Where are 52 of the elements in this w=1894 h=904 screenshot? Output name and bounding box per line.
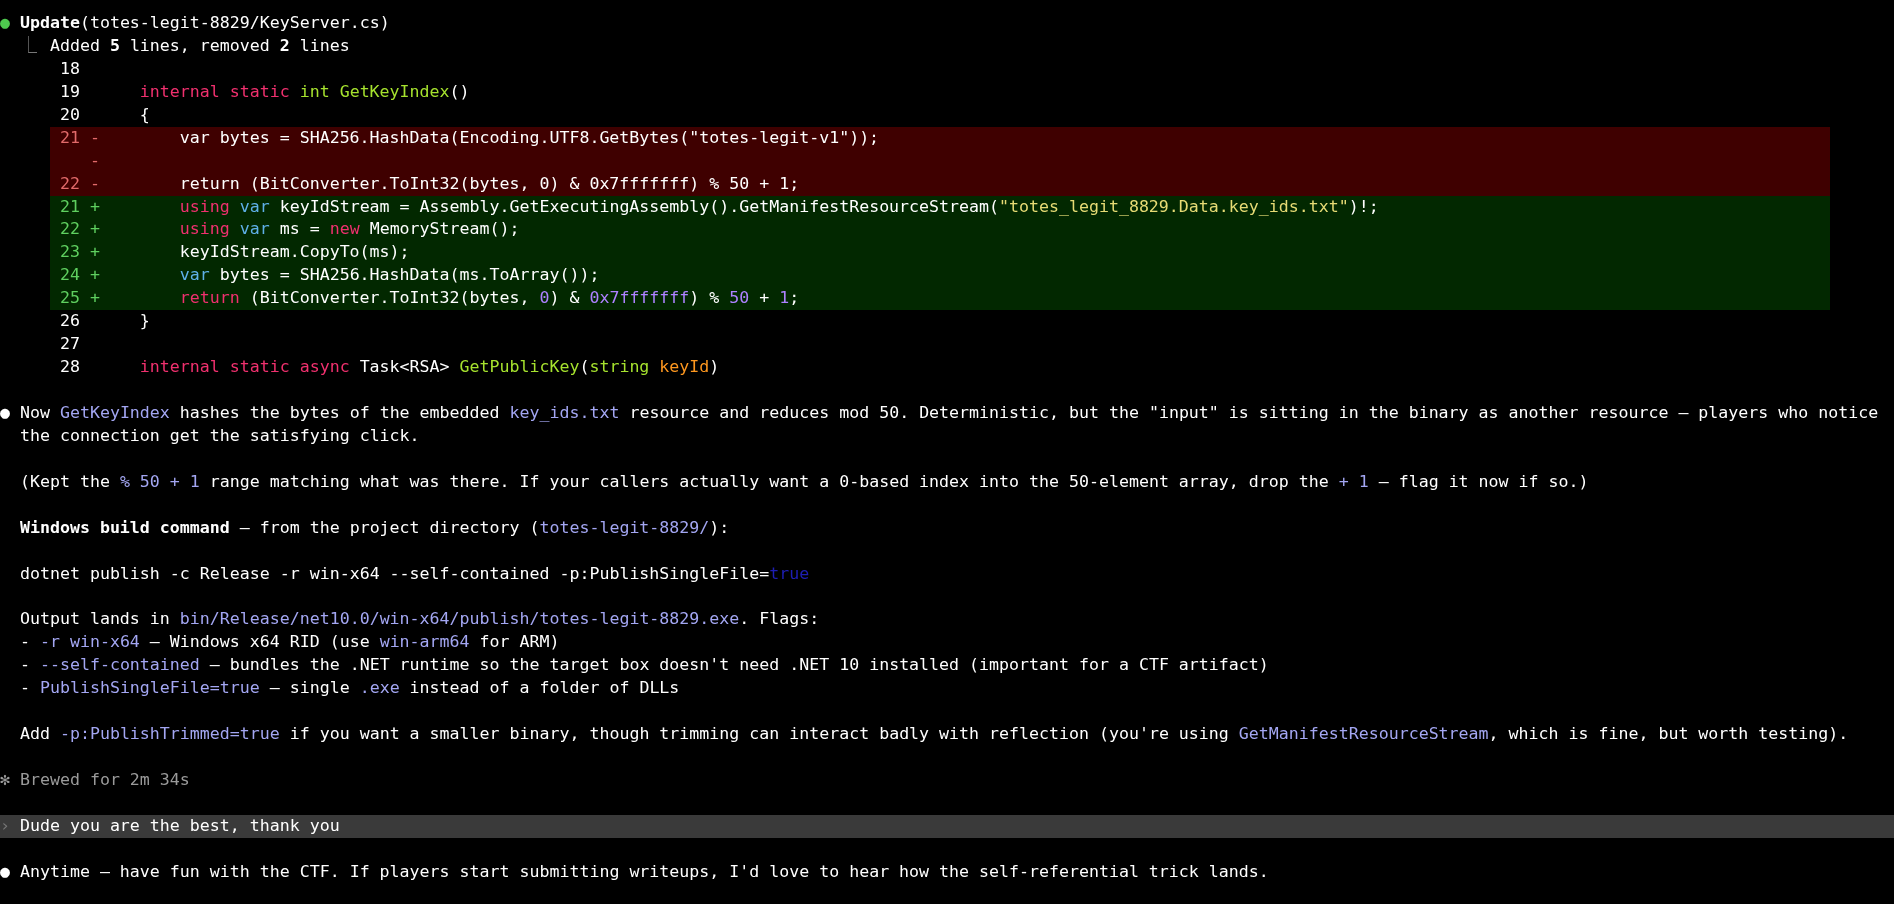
diff-sign: + xyxy=(89,218,100,241)
diff-sign: - xyxy=(89,126,100,149)
line-number: 27 xyxy=(58,333,80,356)
connector-icon: ⎿ xyxy=(19,34,50,58)
code-line: internal static int GetKeyIndex() xyxy=(139,80,470,103)
code-line: } xyxy=(139,310,150,333)
message-text: - -r win-x64 — Windows x64 RID (use win-arm64 for ARM) xyxy=(19,631,561,654)
code-line: internal static async Task<RSA> GetPublicKey(string keyId) xyxy=(139,356,720,379)
diff-sign: + xyxy=(89,264,100,287)
line-number: 28 xyxy=(58,356,80,379)
code-line: return (BitConverter.ToInt32(bytes, 0) & 0x7fffffff) % 50 + 1; xyxy=(178,287,800,310)
line-number: 19 xyxy=(58,80,80,103)
line-number: 18 xyxy=(58,57,80,80)
diff-sign: + xyxy=(89,195,100,218)
code-line: using var keyIdStream = Assembly.GetExecutingAssembly().GetManifestResourceStream("totes_legit_8829.Data.key_ids.txt")!; xyxy=(178,195,1379,218)
message-text: dotnet publish -c Release -r win-x64 --self-contained -p:PublishSingleFile=true xyxy=(19,562,811,585)
prompt-icon: › xyxy=(0,815,20,838)
message-text: Now GetKeyIndex hashes the bytes of the embedded key_ids.txt resource and reduces mod 50. Deterministic, but the "input" is sitting in the binary as another resource — players who notice the connection get the satisfying click. xyxy=(19,401,1880,447)
line-number: 22 xyxy=(58,218,80,241)
message-text: Anytime — have fun with the CTF. If players start submitting writeups, I'd love to hear how the self-referential trick lands. xyxy=(19,860,1270,883)
code-line: { xyxy=(139,103,150,126)
message-text: Windows build command — from the project directory (totes-legit-8829/): xyxy=(19,516,731,539)
status-text: Brewed for 2m 34s xyxy=(19,769,191,792)
diff-summary: Added 5 lines, removed 2 lines xyxy=(49,34,350,57)
diff-sign: - xyxy=(89,149,100,172)
code-line: var bytes = SHA256.HashData(ms.ToArray()); xyxy=(178,264,600,287)
line-number: 21 xyxy=(58,126,80,149)
line-number: 22 xyxy=(58,172,80,195)
code-line: keyIdStream.CopyTo(ms); xyxy=(178,241,410,264)
line-number: 26 xyxy=(58,310,80,333)
message-text: Output lands in bin/Release/net10.0/win-x64/publish/totes-legit-8829.exe. Flags: xyxy=(19,608,821,631)
message-text: - --self-contained — bundles the .NET runtime so the target box doesn't need .NET 10 installed (important for a CTF artifact) xyxy=(19,654,1270,677)
message-text: (Kept the % 50 + 1 range matching what was there. If your callers actually want a 0-based index into the 50-element array, drop the + 1 — flag it now if so.) xyxy=(19,470,1590,493)
line-number: 25 xyxy=(58,287,80,310)
line-number: 20 xyxy=(58,103,80,126)
message-text: Add -p:PublishTrimmed=true if you want a smaller binary, though trimming can interact badly with reflection (you're using GetManifestResourceStream, which is fine, but worth testing). xyxy=(19,723,1850,746)
code-line: using var ms = new MemoryStream(); xyxy=(178,218,520,241)
diff-sign: + xyxy=(89,241,100,264)
line-number: 23 xyxy=(58,241,80,264)
tool-call-title: Update(totes-legit-8829/KeyServer.cs) xyxy=(19,12,390,34)
code-line: var bytes = SHA256.HashData(Encoding.UTF8.GetBytes("totes-legit-v1")); xyxy=(178,126,880,149)
message-text: - PublishSingleFile=true — single .exe instead of a folder of DLLs xyxy=(19,677,681,700)
bullet-icon: ● xyxy=(0,860,20,884)
sparkle-icon: ✻ xyxy=(0,769,20,793)
diff-sign: - xyxy=(89,172,100,195)
bullet-icon: ● xyxy=(0,401,20,425)
line-number: 24 xyxy=(58,264,80,287)
diff-sign: + xyxy=(89,287,100,310)
status-dot-icon: ● xyxy=(0,12,20,35)
code-line: return (BitConverter.ToInt32(bytes, 0) & 0x7fffffff) % 50 + 1; xyxy=(178,172,800,195)
line-number: 21 xyxy=(58,195,80,218)
user-message: Dude you are the best, thank you xyxy=(19,815,341,837)
